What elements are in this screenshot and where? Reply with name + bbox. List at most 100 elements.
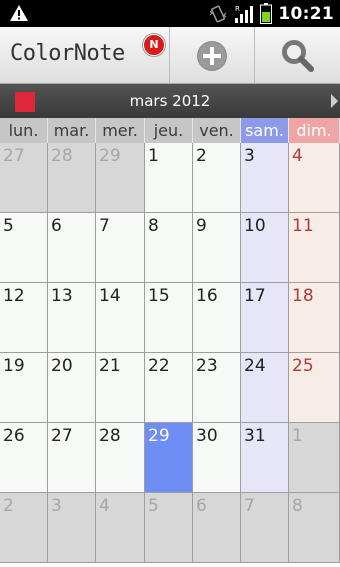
day-number: 18 xyxy=(292,286,314,306)
signal-icon: R xyxy=(235,5,254,23)
day-cell[interactable]: 13 xyxy=(48,283,96,353)
day-number: 27 xyxy=(3,146,25,166)
day-cell[interactable]: 23 xyxy=(193,353,241,423)
day-cell[interactable]: 30 xyxy=(193,423,241,493)
day-cell[interactable]: 29 xyxy=(96,143,145,213)
day-cell[interactable]: 4 xyxy=(289,143,340,213)
day-number: 19 xyxy=(3,356,25,376)
day-cell[interactable]: 20 xyxy=(48,353,96,423)
day-number: 6 xyxy=(196,496,207,516)
day-cell[interactable]: 31 xyxy=(241,423,289,493)
day-cell[interactable]: 3 xyxy=(48,493,96,563)
day-cell[interactable]: 22 xyxy=(145,353,193,423)
day-number: 11 xyxy=(292,216,314,236)
day-number: 23 xyxy=(196,356,218,376)
new-badge: N xyxy=(143,34,165,56)
weekday-label: mer. xyxy=(96,118,145,143)
weekday-label: dim. xyxy=(289,118,340,143)
day-cell[interactable]: 26 xyxy=(0,423,48,493)
day-cell[interactable]: 27 xyxy=(48,423,96,493)
day-cell[interactable]: 28 xyxy=(48,143,96,213)
day-number: 8 xyxy=(292,496,303,516)
app-bar: ColorNote N xyxy=(0,27,340,84)
day-cell[interactable]: 21 xyxy=(96,353,145,423)
day-cell[interactable]: 2 xyxy=(193,143,241,213)
day-cell[interactable]: 1 xyxy=(145,143,193,213)
day-number: 29 xyxy=(99,146,121,166)
day-cell[interactable]: 8 xyxy=(145,213,193,283)
add-note-button[interactable] xyxy=(170,27,254,84)
day-cell-today[interactable]: 29 xyxy=(145,423,193,493)
day-number: 6 xyxy=(51,216,62,236)
day-cell[interactable]: 17 xyxy=(241,283,289,353)
day-number: 26 xyxy=(3,426,25,446)
battery-icon xyxy=(260,3,273,24)
weekday-label: sam. xyxy=(241,118,289,143)
day-cell[interactable]: 2 xyxy=(0,493,48,563)
svg-text:R: R xyxy=(235,5,240,13)
day-number: 21 xyxy=(99,356,121,376)
day-number: 2 xyxy=(3,496,14,516)
day-cell[interactable]: 14 xyxy=(96,283,145,353)
day-number: 28 xyxy=(51,146,73,166)
warning-icon xyxy=(10,5,28,21)
day-cell[interactable]: 1 xyxy=(289,423,340,493)
day-number: 16 xyxy=(196,286,218,306)
day-number: 4 xyxy=(292,146,303,166)
calendar-grid: 27 28 29 1 2 3 4 5 6 7 8 9 10 11 12 13 14 15 16 17 18 19 20 21 2… xyxy=(0,143,340,567)
day-number: 3 xyxy=(51,496,62,516)
day-number: 7 xyxy=(99,216,110,236)
day-cell[interactable]: 24 xyxy=(241,353,289,423)
vibrate-icon xyxy=(209,5,227,22)
weekday-label: mar. xyxy=(48,118,96,143)
app-title: ColorNote xyxy=(10,41,125,66)
day-number: 17 xyxy=(244,286,266,306)
month-title: mars 2012 xyxy=(129,92,211,110)
day-cell[interactable]: 5 xyxy=(0,213,48,283)
day-cell[interactable]: 7 xyxy=(96,213,145,283)
day-cell[interactable]: 7 xyxy=(241,493,289,563)
day-cell[interactable]: 6 xyxy=(48,213,96,283)
day-cell[interactable]: 18 xyxy=(289,283,340,353)
day-number: 20 xyxy=(51,356,73,376)
day-number: 10 xyxy=(244,216,266,236)
day-cell[interactable]: 16 xyxy=(193,283,241,353)
day-cell[interactable]: 12 xyxy=(0,283,48,353)
day-number: 9 xyxy=(196,216,207,236)
day-number: 24 xyxy=(244,356,266,376)
day-cell[interactable]: 15 xyxy=(145,283,193,353)
status-bar: R 10:21 xyxy=(0,0,340,27)
day-number: 22 xyxy=(148,356,170,376)
day-number: 31 xyxy=(244,426,266,446)
day-number: 5 xyxy=(3,216,14,236)
add-icon xyxy=(197,40,227,71)
day-cell[interactable]: 28 xyxy=(96,423,145,493)
day-number: 7 xyxy=(244,496,255,516)
search-button[interactable] xyxy=(255,27,340,84)
day-cell[interactable]: 11 xyxy=(289,213,340,283)
search-icon xyxy=(281,39,314,72)
day-cell[interactable]: 6 xyxy=(193,493,241,563)
calendar-nav: mars 2012 xyxy=(0,84,340,118)
day-cell[interactable]: 4 xyxy=(96,493,145,563)
weekday-label: ven. xyxy=(193,118,241,143)
day-number: 30 xyxy=(196,426,218,446)
day-cell[interactable]: 3 xyxy=(241,143,289,213)
day-number: 12 xyxy=(3,286,25,306)
day-number: 1 xyxy=(292,426,303,446)
day-number: 3 xyxy=(244,146,255,166)
weekday-label: jeu. xyxy=(145,118,193,143)
day-cell[interactable]: 9 xyxy=(193,213,241,283)
day-cell[interactable]: 27 xyxy=(0,143,48,213)
day-number: 4 xyxy=(99,496,110,516)
weekday-header: lun. mar. mer. jeu. ven. sam. dim. xyxy=(0,118,340,143)
next-month-icon[interactable] xyxy=(331,94,338,108)
day-cell[interactable]: 19 xyxy=(0,353,48,423)
day-cell[interactable]: 10 xyxy=(241,213,289,283)
status-time: 10:21 xyxy=(278,3,334,24)
day-cell[interactable]: 25 xyxy=(289,353,340,423)
day-cell[interactable]: 8 xyxy=(289,493,340,563)
day-cell[interactable]: 5 xyxy=(145,493,193,563)
day-number: 14 xyxy=(99,286,121,306)
day-number: 13 xyxy=(51,286,73,306)
